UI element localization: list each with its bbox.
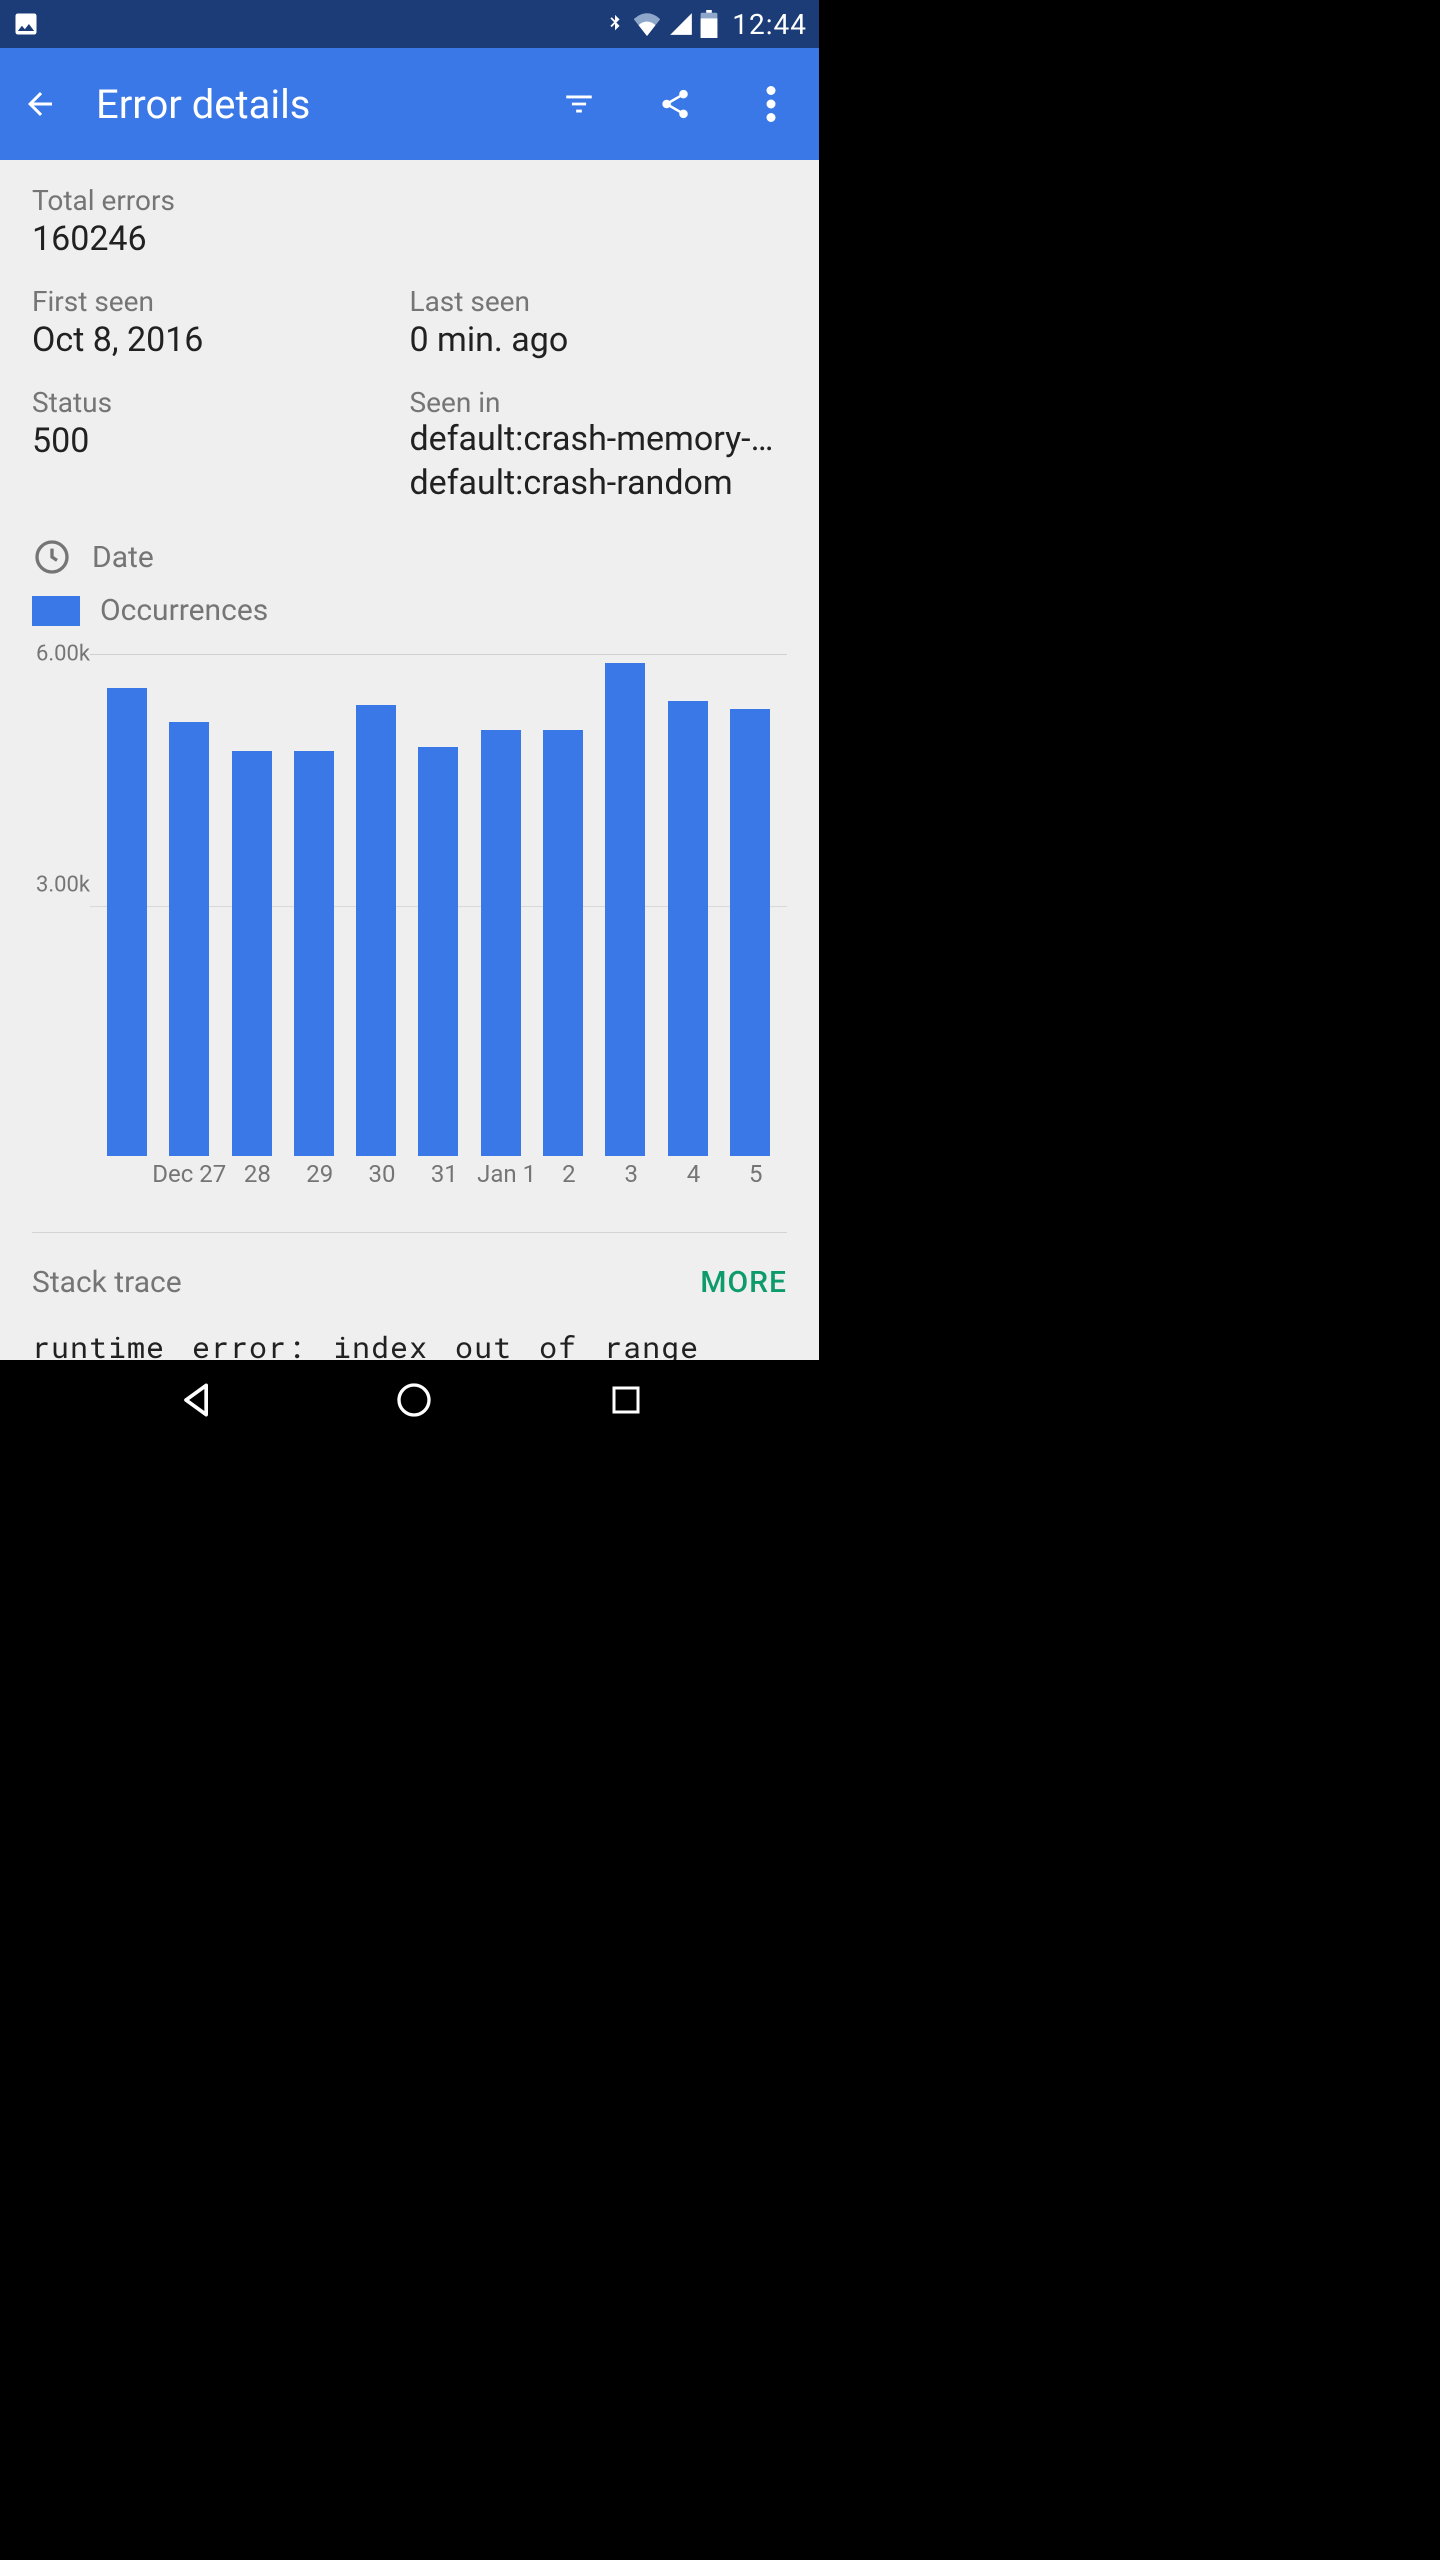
seen-in-value-0: default:crash-memory-access-runtime [410,419,788,459]
chart-plot-area [90,654,787,1156]
seen-in-label: Seen in [410,386,788,419]
bar-0 [96,655,158,1156]
nav-back-button[interactable] [175,1378,219,1422]
wifi-icon [632,12,662,36]
square-recent-icon [608,1382,644,1418]
battery-icon [700,10,718,38]
system-nav-bar [0,1360,819,1440]
bar-8 [594,655,656,1156]
y-tick-3k: 3.00k [36,873,90,898]
nav-home-button[interactable] [394,1380,434,1420]
first-seen-block: First seen Oct 8, 2016 [32,285,410,360]
x-label-4: 30 [351,1160,413,1196]
bar-fill-10 [730,709,770,1156]
divider [32,1232,787,1233]
bar-4 [345,655,407,1156]
bar-2 [221,655,283,1156]
first-seen-label: First seen [32,285,410,318]
x-label-0 [90,1160,152,1196]
bar-fill-0 [107,688,147,1156]
picture-icon [12,10,40,38]
content: Total errors 160246 First seen Oct 8, 20… [0,160,819,1360]
status-block: Status 500 [32,386,410,503]
bar-fill-4 [356,705,396,1156]
bar-fill-2 [232,751,272,1156]
app-bar: Error details [0,48,819,160]
bar-7 [532,655,594,1156]
stack-trace-more-button[interactable]: MORE [700,1265,787,1300]
bar-fill-1 [169,722,209,1156]
total-errors-label: Total errors [32,184,787,217]
x-label-1: Dec 27 [152,1160,226,1196]
bar-3 [283,655,345,1156]
stack-trace-header: Stack trace MORE [32,1265,787,1300]
arrow-back-icon [22,86,58,122]
filter-list-icon [562,87,596,121]
bar-1 [158,655,220,1156]
status-clock: 12:44 [732,8,807,41]
back-button[interactable] [16,80,64,128]
more-button[interactable] [747,80,795,128]
occurrences-chart[interactable]: 6.00k 3.00k Dec 2728293031Jan 12345 [32,636,787,1196]
y-tick-6k: 6.00k [36,642,90,667]
seen-in-block: Seen in default:crash-memory-access-runt… [410,386,788,503]
page-title: Error details [96,81,310,128]
cell-signal-icon [668,11,694,37]
x-label-7: 2 [538,1160,600,1196]
bar-fill-9 [668,701,708,1156]
chart-date-label: Date [92,540,154,575]
bar-fill-7 [543,730,583,1156]
bar-fill-6 [481,730,521,1156]
status-label: Status [32,386,410,419]
filter-button[interactable] [555,80,603,128]
total-errors-value: 160246 [32,219,787,259]
bar-6 [470,655,532,1156]
status-value: 500 [32,421,410,461]
x-label-10: 5 [725,1160,787,1196]
bluetooth-icon [604,10,626,38]
bar-9 [656,655,718,1156]
x-label-9: 4 [662,1160,724,1196]
nav-recent-button[interactable] [608,1382,644,1418]
share-button[interactable] [651,80,699,128]
first-seen-value: Oct 8, 2016 [32,320,410,360]
bar-fill-3 [294,751,334,1156]
stack-trace-body: runtime error: index out of range [32,1328,787,1360]
clock-icon [32,537,72,577]
stack-trace-title: Stack trace [32,1265,182,1300]
last-seen-block: Last seen 0 min. ago [410,285,788,360]
chart-legend-label: Occurrences [100,593,268,628]
triangle-back-icon [175,1378,219,1422]
status-bar: 12:44 [0,0,819,48]
legend-swatch [32,596,80,626]
total-errors-block: Total errors 160246 [32,184,787,259]
x-label-6: Jan 1 [475,1160,537,1196]
bar-fill-5 [418,747,458,1156]
bar-5 [407,655,469,1156]
more-vert-icon [766,86,776,122]
share-icon [658,87,692,121]
last-seen-label: Last seen [410,285,788,318]
x-label-3: 29 [289,1160,351,1196]
x-label-8: 3 [600,1160,662,1196]
circle-home-icon [394,1380,434,1420]
last-seen-value: 0 min. ago [410,320,788,360]
bar-10 [719,655,781,1156]
chart-header: Date Occurrences [32,537,787,628]
x-label-5: 31 [413,1160,475,1196]
bar-fill-8 [605,663,645,1156]
seen-in-value-1: default:crash-random [410,463,788,503]
x-label-2: 28 [226,1160,288,1196]
